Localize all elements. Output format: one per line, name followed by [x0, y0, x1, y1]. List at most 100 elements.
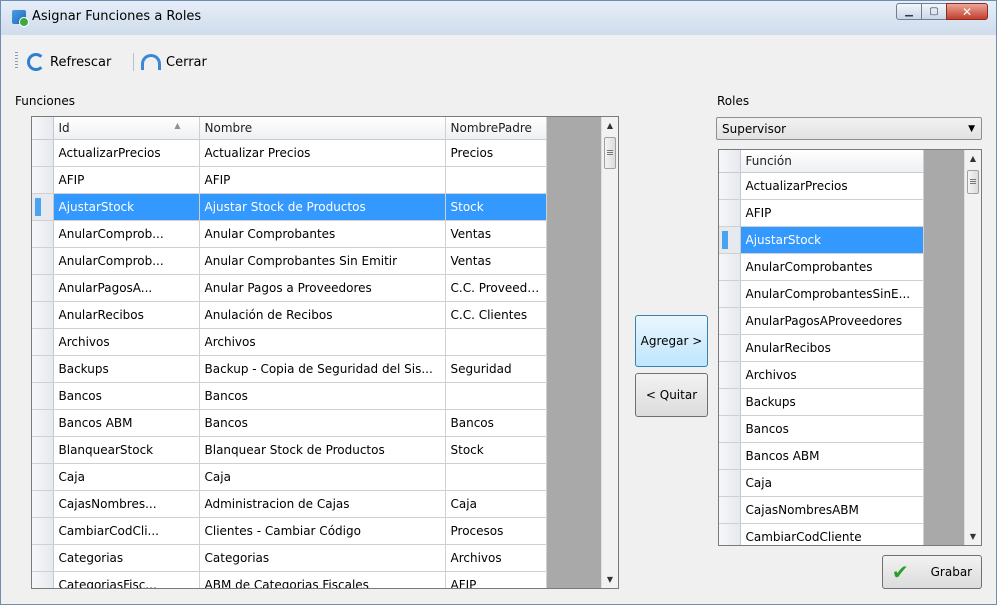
toolbar-grip[interactable] — [15, 52, 18, 70]
cell-nombrepadre[interactable]: Stock — [445, 193, 547, 221]
cell-funcion[interactable]: ActualizarPrecios — [740, 172, 924, 200]
row-header[interactable] — [32, 382, 54, 410]
funciones-grid[interactable]: Id ▲ Nombre NombrePadre ActualizarPrecios… — [31, 116, 619, 589]
cell-nombre[interactable]: Blanquear Stock de Productos — [199, 436, 446, 464]
table-row[interactable]: Bancos Bancos — [32, 382, 547, 410]
cell-funcion[interactable]: Archivos — [740, 361, 924, 389]
cell-nombre[interactable]: Caja — [199, 463, 446, 491]
cell-id[interactable]: AnularRecibos — [53, 301, 200, 329]
table-row[interactable]: AnularPagosA... Anular Pagos a Proveedore… — [32, 274, 547, 302]
cell-nombre[interactable]: Anulación de Recibos — [199, 301, 446, 329]
cell-nombre[interactable]: Archivos — [199, 328, 446, 356]
table-row[interactable]: AnularRecibos — [719, 334, 924, 362]
row-header[interactable] — [32, 166, 54, 194]
cell-nombre[interactable]: ABM de Categorias Fiscales — [199, 571, 446, 588]
table-row[interactable]: AnularComprob... Anular Comprobantes Sin … — [32, 247, 547, 275]
table-row[interactable]: AjustarStock Ajustar Stock de Productos St… — [32, 193, 547, 221]
grabar-button[interactable]: ✔ Grabar — [882, 555, 982, 589]
cell-nombrepadre[interactable]: Archivos — [445, 544, 547, 572]
row-header[interactable] — [719, 307, 741, 335]
cell-nombrepadre[interactable]: Stock — [445, 436, 547, 464]
row-header[interactable] — [32, 328, 54, 356]
cell-nombre[interactable]: Clientes - Cambiar Código — [199, 517, 446, 545]
table-row[interactable]: AjustarStock — [719, 226, 924, 254]
column-header-id[interactable]: Id ▲ — [53, 117, 200, 140]
cell-nombrepadre[interactable]: C.C. Clientes — [445, 301, 547, 329]
cell-nombre[interactable]: Anular Comprobantes — [199, 220, 446, 248]
scroll-up-icon[interactable]: ▲ — [965, 150, 981, 167]
row-header[interactable] — [719, 469, 741, 497]
cell-funcion[interactable]: Bancos ABM — [740, 442, 924, 470]
table-row[interactable]: CategoriasFisc... ABM de Categorias Fisca… — [32, 571, 547, 588]
cell-id[interactable]: Categorias — [53, 544, 200, 572]
row-header[interactable] — [719, 415, 741, 443]
table-row[interactable]: CambiarCodCli... Clientes - Cambiar Códig… — [32, 517, 547, 545]
table-row[interactable]: Bancos ABM — [719, 442, 924, 470]
cell-funcion[interactable]: AnularPagosAProveedores — [740, 307, 924, 335]
cell-id[interactable]: AjustarStock — [53, 193, 200, 221]
table-row[interactable]: Bancos ABM Bancos Bancos — [32, 409, 547, 437]
cell-nombre[interactable]: Bancos — [199, 409, 446, 437]
maximize-button[interactable]: ▢ — [921, 3, 947, 20]
row-header[interactable] — [719, 280, 741, 308]
table-row[interactable]: AnularComprobantes — [719, 253, 924, 281]
funciones-vscrollbar[interactable]: ▲ ▼ — [601, 117, 618, 588]
column-header-nombre[interactable]: Nombre — [199, 117, 446, 140]
cell-nombrepadre[interactable] — [445, 463, 547, 491]
cell-funcion[interactable]: AnularComprobantes — [740, 253, 924, 281]
row-header[interactable] — [32, 301, 54, 329]
cell-nombrepadre[interactable]: AFIP — [445, 571, 547, 588]
row-header[interactable] — [32, 490, 54, 518]
table-row[interactable]: CajasNombres... Administracion de Cajas Ca… — [32, 490, 547, 518]
table-row[interactable]: AnularRecibos Anulación de Recibos C.C. Cl… — [32, 301, 547, 329]
row-header[interactable] — [719, 334, 741, 362]
table-row[interactable]: Backups Backup - Copia de Seguridad del S… — [32, 355, 547, 383]
close-button[interactable]: Cerrar — [141, 50, 207, 74]
cell-nombrepadre[interactable]: Caja — [445, 490, 547, 518]
cell-nombrepadre[interactable]: Seguridad — [445, 355, 547, 383]
cell-funcion[interactable]: Backups — [740, 388, 924, 416]
row-header[interactable] — [719, 442, 741, 470]
row-header[interactable] — [719, 496, 741, 524]
cell-nombre[interactable]: Backup - Copia de Seguridad del Sis... — [199, 355, 446, 383]
cell-nombrepadre[interactable]: C.C. Proveedores — [445, 274, 547, 302]
refresh-button[interactable]: Refrescar — [27, 50, 111, 74]
table-row[interactable]: AnularComprobantesSinE... — [719, 280, 924, 308]
cell-funcion[interactable]: AnularComprobantesSinE... — [740, 280, 924, 308]
row-header[interactable] — [32, 139, 54, 167]
cell-id[interactable]: CategoriasFisc... — [53, 571, 200, 588]
cell-nombre[interactable]: Anular Comprobantes Sin Emitir — [199, 247, 446, 275]
cell-id[interactable]: Caja — [53, 463, 200, 491]
column-header-funcion[interactable]: Función — [740, 150, 924, 173]
cell-id[interactable]: AnularPagosA... — [53, 274, 200, 302]
cell-nombrepadre[interactable]: Ventas — [445, 220, 547, 248]
cell-nombre[interactable]: Categorias — [199, 544, 446, 572]
row-header[interactable] — [32, 193, 54, 221]
scroll-up-icon[interactable]: ▲ — [602, 117, 618, 134]
row-header[interactable] — [32, 571, 54, 588]
row-header[interactable] — [32, 463, 54, 491]
table-row[interactable]: AFIP — [719, 199, 924, 227]
cell-id[interactable]: CambiarCodCli... — [53, 517, 200, 545]
scroll-thumb[interactable] — [967, 170, 979, 194]
row-header[interactable] — [719, 172, 741, 200]
table-row[interactable]: Archivos — [719, 361, 924, 389]
table-row[interactable]: AFIP AFIP — [32, 166, 547, 194]
cell-funcion[interactable]: AFIP — [740, 199, 924, 227]
cell-nombre[interactable]: Administracion de Cajas — [199, 490, 446, 518]
cell-nombrepadre[interactable]: Ventas — [445, 247, 547, 275]
cell-id[interactable]: Bancos ABM — [53, 409, 200, 437]
table-row[interactable]: Categorias Categorias Archivos — [32, 544, 547, 572]
roles-grid[interactable]: Función ActualizarPrecios AFIP AjustarStoc… — [718, 149, 982, 546]
close-window-button[interactable]: ✕ — [946, 3, 988, 20]
minimize-button[interactable]: ▁ — [896, 3, 922, 20]
scroll-down-icon[interactable]: ▼ — [602, 571, 618, 588]
table-row[interactable]: Archivos Archivos — [32, 328, 547, 356]
cell-funcion[interactable]: CajasNombresABM — [740, 496, 924, 524]
cell-id[interactable]: AnularComprob... — [53, 247, 200, 275]
cell-funcion[interactable]: CambiarCodCliente — [740, 523, 924, 545]
row-header[interactable] — [719, 253, 741, 281]
title-bar[interactable]: Asignar Funciones a Roles ▁ ▢ ✕ — [1, 1, 996, 35]
row-header[interactable] — [32, 436, 54, 464]
cell-nombrepadre[interactable] — [445, 382, 547, 410]
